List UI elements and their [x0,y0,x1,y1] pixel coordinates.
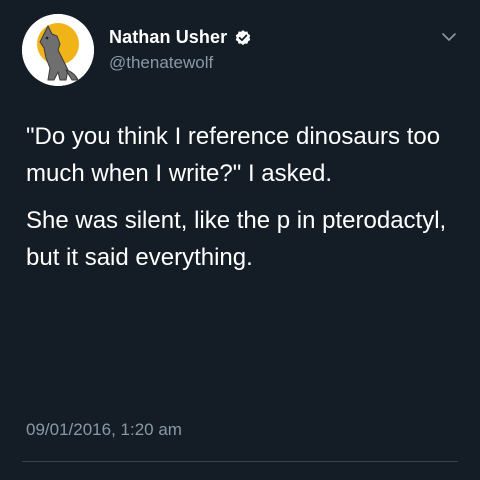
verified-badge-icon [236,29,251,45]
tweet-paragraph: She was silent, like the p in pterodacty… [26,207,447,271]
divider [22,461,458,462]
avatar[interactable] [22,14,94,86]
author-handle[interactable]: @thenatewolf [109,53,213,73]
tweet-paragraph: "Do you think I reference dinosaurs too … [26,123,441,187]
chevron-down-icon[interactable] [440,28,458,46]
howling-wolf-avatar-icon [22,14,94,86]
tweet-timestamp[interactable]: 09/01/2016, 1:20 am [26,420,182,440]
author-name-row: Nathan Usher [109,27,252,48]
author-display-name[interactable]: Nathan Usher [109,27,227,48]
tweet-text: "Do you think I reference dinosaurs too … [26,119,456,276]
